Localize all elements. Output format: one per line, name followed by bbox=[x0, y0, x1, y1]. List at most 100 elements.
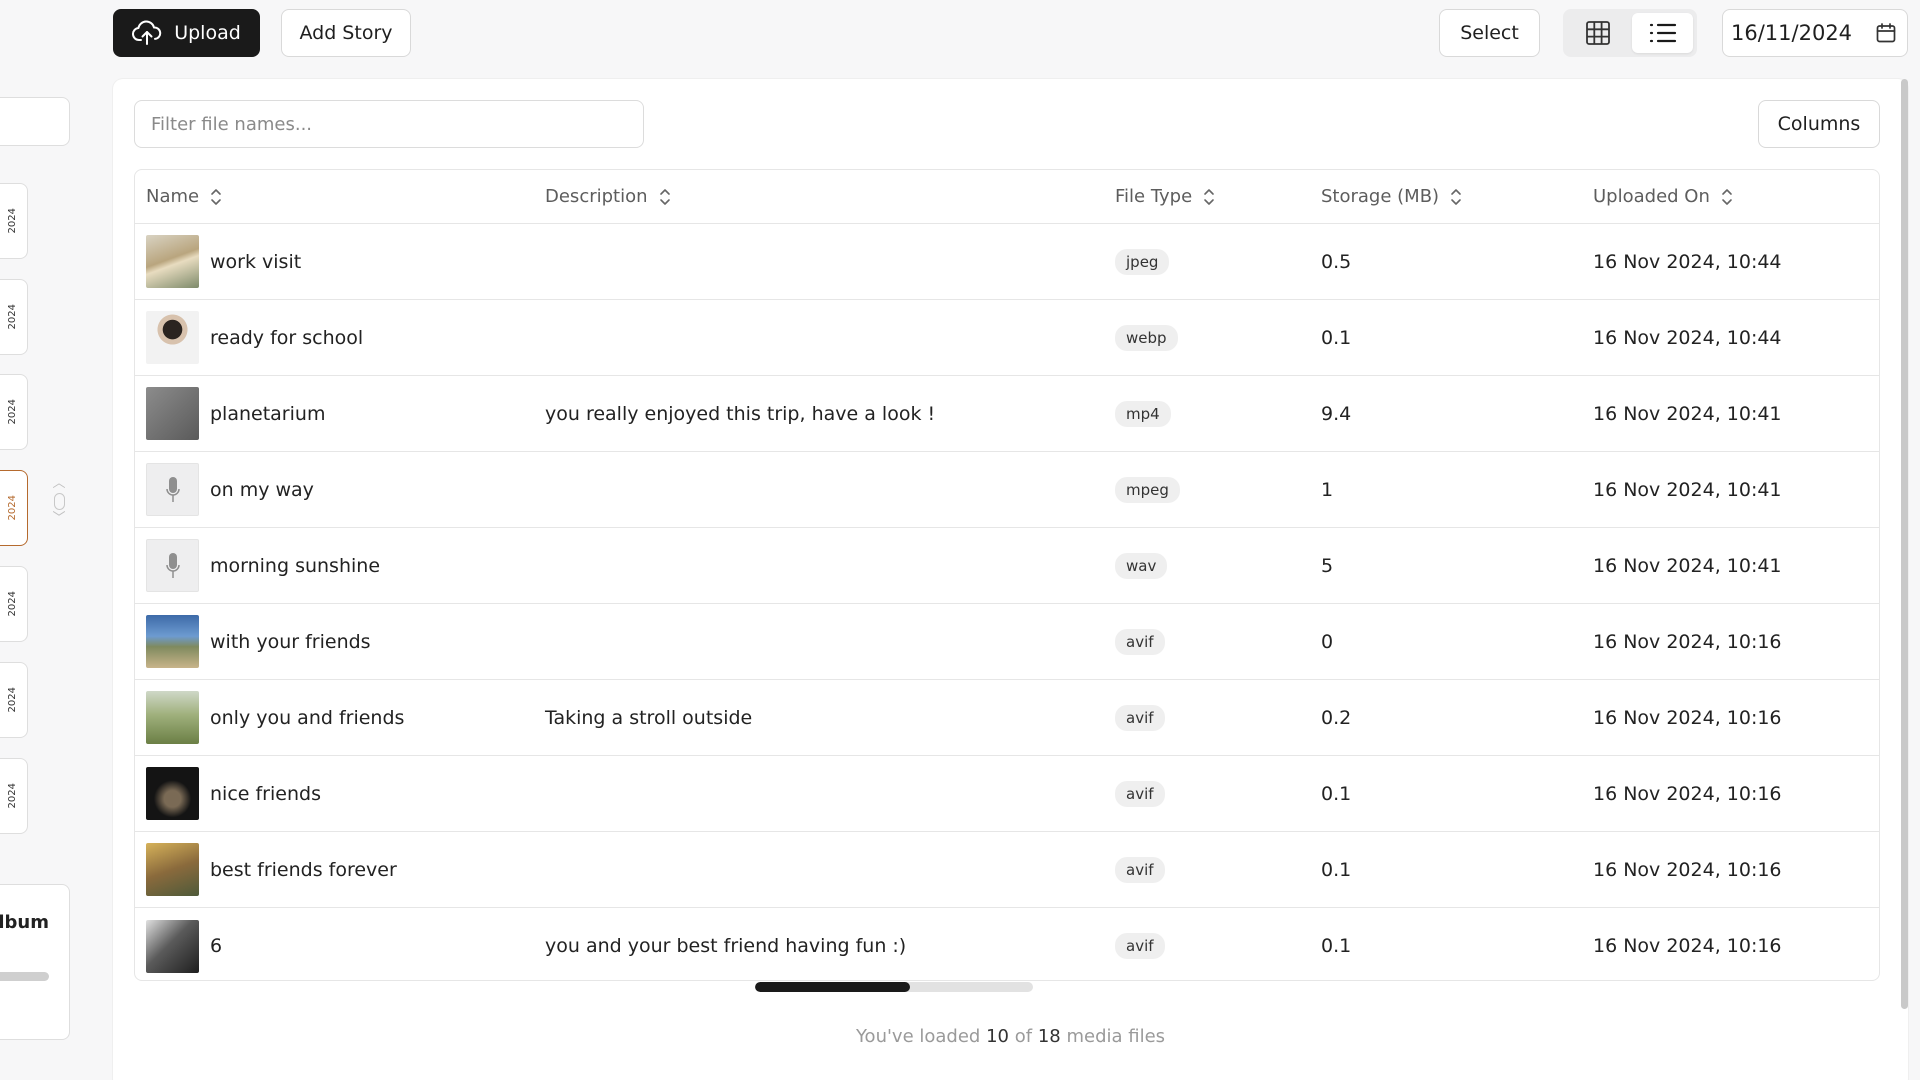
file-type-badge: avif bbox=[1115, 933, 1165, 959]
cell-file-type: mpeg bbox=[1115, 476, 1321, 503]
media-thumbnail bbox=[146, 615, 199, 668]
cell-uploaded-on: 16 Nov 2024, 10:41 bbox=[1593, 402, 1782, 425]
table-row[interactable]: planetarium you really enjoyed this trip… bbox=[135, 376, 1879, 452]
cell-storage: 0.1 bbox=[1321, 935, 1352, 957]
cell-file-type: avif bbox=[1115, 780, 1321, 807]
microphone-icon bbox=[165, 552, 180, 578]
header-description-label: Description bbox=[545, 186, 648, 207]
file-type-badge: mpeg bbox=[1115, 476, 1180, 503]
sort-icon bbox=[1722, 188, 1732, 205]
sidebar-date-tab[interactable]: 2024 bbox=[0, 662, 28, 738]
album-card[interactable]: Album bbox=[0, 884, 70, 1040]
header-name[interactable]: Name bbox=[135, 186, 545, 207]
file-name: on my way bbox=[210, 478, 314, 501]
header-storage-label: Storage (MB) bbox=[1321, 186, 1440, 207]
media-thumbnail bbox=[146, 387, 199, 440]
cell-storage: 0.2 bbox=[1321, 706, 1352, 729]
table-row[interactable]: with your friends avif 0 16 Nov 2024, 10… bbox=[135, 604, 1879, 680]
cell-name: work visit bbox=[135, 235, 545, 288]
list-view-button[interactable] bbox=[1632, 13, 1693, 53]
table-body: work visit jpeg 0.5 16 Nov 2024, 10:44 r… bbox=[135, 224, 1879, 980]
file-name: best friends forever bbox=[210, 858, 397, 881]
cell-file-type: jpeg bbox=[1115, 248, 1321, 275]
date-tab-label: 2024 bbox=[7, 783, 18, 809]
file-type-badge: webp bbox=[1115, 324, 1178, 351]
file-name: only you and friends bbox=[210, 706, 405, 729]
header-file-type[interactable]: File Type bbox=[1115, 186, 1321, 207]
media-thumbnail bbox=[146, 767, 199, 820]
table-row[interactable]: nice friends avif 0.1 16 Nov 2024, 10:16 bbox=[135, 756, 1879, 832]
file-name: ready for school bbox=[210, 326, 364, 349]
date-tab-label: 2024 bbox=[7, 687, 18, 713]
filter-input[interactable] bbox=[134, 100, 644, 148]
sidebar-date-tab[interactable]: 2024 bbox=[0, 374, 28, 450]
table-row[interactable]: morning sunshine wav 5 16 Nov 2024, 10:4… bbox=[135, 528, 1879, 604]
date-tab-label: 2024 bbox=[7, 208, 18, 234]
upload-button[interactable]: Upload bbox=[113, 9, 260, 57]
cell-uploaded-on: 16 Nov 2024, 10:16 bbox=[1593, 782, 1782, 805]
grid-icon bbox=[1585, 21, 1610, 45]
load-status-prefix: You've loaded bbox=[855, 1026, 981, 1047]
cell-storage: 0 bbox=[1321, 630, 1334, 653]
sort-icon bbox=[1204, 188, 1214, 205]
sidebar-date-tab[interactable]: 2024 bbox=[0, 183, 28, 259]
cell-file-type: avif bbox=[1115, 704, 1321, 731]
cell-uploaded-on: 16 Nov 2024, 10:16 bbox=[1593, 858, 1782, 881]
cell-uploaded-on: 16 Nov 2024, 10:44 bbox=[1593, 250, 1782, 273]
sort-icon bbox=[1451, 188, 1461, 205]
columns-button[interactable]: Columns bbox=[1758, 100, 1880, 148]
date-picker[interactable]: 16/11/2024 bbox=[1722, 9, 1908, 57]
cell-name: with your friends bbox=[135, 615, 545, 668]
file-name: planetarium bbox=[210, 402, 326, 425]
file-name: with your friends bbox=[210, 630, 371, 653]
add-story-button[interactable]: Add Story bbox=[281, 9, 411, 57]
file-name: 6 bbox=[210, 935, 223, 957]
sidebar-date-tab[interactable]: 2024 bbox=[0, 470, 28, 546]
album-progress-bar bbox=[0, 972, 49, 981]
cell-file-type: avif bbox=[1115, 933, 1321, 959]
cell-name: best friends forever bbox=[135, 843, 545, 896]
calendar-icon bbox=[1876, 23, 1896, 43]
date-tab-label: 2024 bbox=[7, 591, 18, 617]
table-row[interactable]: on my way mpeg 1 16 Nov 2024, 10:41 bbox=[135, 452, 1879, 528]
cell-file-type: wav bbox=[1115, 552, 1321, 579]
media-thumbnail bbox=[146, 311, 199, 364]
media-thumbnail bbox=[146, 919, 199, 973]
file-name: morning sunshine bbox=[210, 554, 381, 577]
select-button[interactable]: Select bbox=[1439, 9, 1540, 57]
header-description[interactable]: Description bbox=[545, 186, 1115, 207]
total-count: 18 bbox=[1037, 1026, 1061, 1047]
date-tab-label: 2024 bbox=[7, 304, 18, 330]
file-type-badge: mp4 bbox=[1115, 400, 1171, 427]
sidebar-search-box[interactable] bbox=[0, 97, 70, 146]
table-row[interactable]: 6 you and your best friend having fun :)… bbox=[135, 908, 1879, 980]
header-file-type-label: File Type bbox=[1115, 186, 1193, 207]
load-status-of: of bbox=[1014, 1026, 1033, 1047]
cell-name: morning sunshine bbox=[135, 539, 545, 592]
cell-file-type: avif bbox=[1115, 856, 1321, 883]
cell-storage: 0.1 bbox=[1321, 782, 1352, 805]
cell-uploaded-on: 16 Nov 2024, 10:41 bbox=[1593, 478, 1782, 501]
sidebar-date-tab[interactable]: 2024 bbox=[0, 758, 28, 834]
cell-file-type: webp bbox=[1115, 324, 1321, 351]
table-row[interactable]: best friends forever avif 0.1 16 Nov 202… bbox=[135, 832, 1879, 908]
grid-view-button[interactable] bbox=[1567, 13, 1628, 53]
media-thumbnail bbox=[146, 843, 199, 896]
sidebar-date-tab[interactable]: 2024 bbox=[0, 279, 28, 355]
sidebar-date-tab[interactable]: 2024 bbox=[0, 566, 28, 642]
cell-uploaded-on: 16 Nov 2024, 10:44 bbox=[1593, 326, 1782, 349]
media-thumbnail bbox=[146, 691, 199, 744]
cell-name: nice friends bbox=[135, 767, 545, 820]
cloud-upload-icon bbox=[132, 20, 162, 45]
table-row[interactable]: only you and friends Taking a stroll out… bbox=[135, 680, 1879, 756]
sort-icon bbox=[211, 188, 221, 205]
file-name: work visit bbox=[210, 250, 302, 273]
load-status-suffix: media files bbox=[1066, 1026, 1166, 1047]
page-scrollbar[interactable] bbox=[1901, 79, 1908, 1009]
header-storage[interactable]: Storage (MB) bbox=[1321, 186, 1593, 207]
cell-storage: 0.5 bbox=[1321, 250, 1352, 273]
scroll-hint-icon: ︿ ﹀ bbox=[52, 476, 66, 526]
table-row[interactable]: work visit jpeg 0.5 16 Nov 2024, 10:44 bbox=[135, 224, 1879, 300]
table-row[interactable]: ready for school webp 0.1 16 Nov 2024, 1… bbox=[135, 300, 1879, 376]
header-uploaded-on[interactable]: Uploaded On bbox=[1593, 186, 1879, 207]
